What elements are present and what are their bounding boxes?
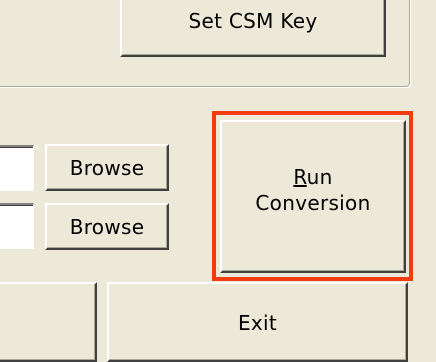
exit-label: Exit bbox=[237, 311, 278, 335]
run-conversion-button[interactable]: Run Conversion bbox=[220, 120, 406, 273]
exit-button[interactable]: Exit bbox=[107, 282, 408, 362]
output-file-field[interactable] bbox=[0, 203, 34, 249]
browse-output-label: Browse bbox=[69, 215, 145, 239]
set-csm-key-button[interactable]: Set CSM Key bbox=[120, 0, 386, 57]
run-conversion-label-line2: Conversion bbox=[255, 191, 371, 215]
run-mnemonic: R bbox=[293, 165, 307, 189]
browse-input-label: Browse bbox=[69, 156, 145, 180]
browse-input-button[interactable]: Browse bbox=[45, 144, 169, 191]
run-conversion-label-line1: Run bbox=[222, 164, 404, 190]
bottom-left-button[interactable] bbox=[0, 282, 97, 362]
input-file-field[interactable] bbox=[0, 145, 34, 191]
browse-output-button[interactable]: Browse bbox=[45, 203, 169, 250]
set-csm-key-label: Set CSM Key bbox=[188, 9, 318, 33]
run-label-rest: un bbox=[306, 165, 333, 189]
